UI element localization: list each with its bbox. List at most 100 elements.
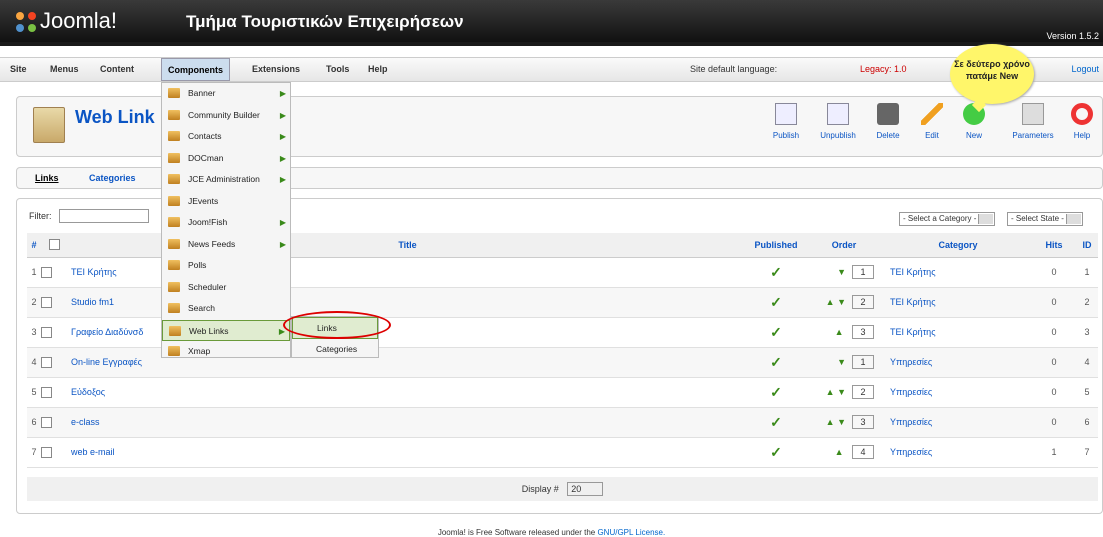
components-menu-item[interactable]: Banner ▶: [162, 83, 290, 105]
submenu-arrow-icon: ▶: [279, 110, 286, 120]
order-up-icon[interactable]: ▲: [835, 447, 844, 457]
order-input[interactable]: 2: [852, 295, 874, 309]
delete-button[interactable]: Delete: [867, 103, 909, 140]
select-all-checkbox[interactable]: [48, 239, 60, 251]
row-checkbox[interactable]: [41, 326, 52, 338]
unpublish-button[interactable]: Unpublish: [817, 103, 859, 140]
col-category[interactable]: Category: [884, 233, 1032, 258]
order-input[interactable]: 1: [852, 355, 874, 369]
col-order[interactable]: Order: [804, 233, 884, 258]
published-check-icon[interactable]: ✓: [748, 377, 804, 408]
order-down-icon[interactable]: ▼: [837, 357, 846, 367]
order-down-icon[interactable]: ▼: [837, 417, 846, 427]
order-input[interactable]: 4: [852, 445, 874, 459]
components-menu-item[interactable]: Search: [162, 298, 290, 320]
components-menu-item[interactable]: News Feeds ▶: [162, 234, 290, 256]
subnav-categories[interactable]: Categories: [89, 173, 136, 183]
order-up-icon[interactable]: ▲: [826, 417, 835, 427]
menu-extensions[interactable]: Extensions: [246, 58, 306, 81]
filter-input[interactable]: [59, 209, 149, 223]
page-footer: Joomla! is Free Software released under …: [437, 528, 666, 537]
category-select[interactable]: - Select a Category -: [899, 212, 996, 226]
order-up-icon[interactable]: ▲: [826, 297, 835, 307]
menu-help[interactable]: Help: [362, 58, 394, 81]
order-up-icon[interactable]: ▲: [835, 327, 844, 337]
gpl-link[interactable]: GNU/GPL License.: [597, 528, 665, 537]
hits-value: 0: [1032, 377, 1076, 408]
components-menu-item[interactable]: Joom!Fish ▶: [162, 212, 290, 234]
component-icon: [168, 174, 180, 184]
order-input[interactable]: 2: [852, 385, 874, 399]
parameters-button[interactable]: Parameters: [1005, 103, 1061, 140]
row-checkbox[interactable]: [41, 386, 52, 398]
subnav-links[interactable]: Links: [35, 173, 59, 183]
help-button[interactable]: Help: [1063, 103, 1101, 140]
category-link[interactable]: Υπηρεσίες: [884, 407, 1032, 438]
component-icon: [168, 195, 180, 206]
components-menu-item[interactable]: JCE Administration ▶: [162, 169, 290, 191]
category-link[interactable]: Υπηρεσίες: [884, 437, 1032, 468]
callout-text: Σε δεύτερο χρόνο πατάμε New: [954, 59, 1030, 81]
components-menu-item[interactable]: Polls: [162, 255, 290, 277]
row-checkbox[interactable]: [41, 356, 52, 368]
display-select[interactable]: 20: [567, 482, 604, 496]
order-input[interactable]: 1: [852, 265, 874, 279]
logout-link[interactable]: Logout: [1071, 64, 1099, 74]
menu-menus[interactable]: Menus: [44, 58, 85, 81]
row-checkbox[interactable]: [41, 416, 52, 428]
published-check-icon[interactable]: ✓: [748, 437, 804, 468]
link-title[interactable]: e-class: [67, 407, 748, 438]
menu-content[interactable]: Content: [94, 58, 140, 81]
row-checkbox[interactable]: [41, 446, 52, 458]
col-hits[interactable]: Hits: [1032, 233, 1076, 258]
order-cell: ▲ ▼ 2: [804, 377, 884, 408]
menu-site[interactable]: Site: [4, 58, 33, 81]
lifebuoy-icon: [1071, 103, 1093, 125]
filter-bar: Filter:: [29, 209, 149, 223]
components-menu-item[interactable]: Community Builder ▶: [162, 105, 290, 127]
components-menu-item[interactable]: Contacts ▶: [162, 126, 290, 148]
edit-button[interactable]: Edit: [911, 103, 953, 140]
order-down-icon[interactable]: ▼: [837, 387, 846, 397]
link-title[interactable]: web e-mail: [67, 437, 748, 468]
order-cell: ▲ ▼ 3: [804, 407, 884, 438]
components-menu-item[interactable]: Xmap: [162, 341, 290, 363]
components-menu-item[interactable]: Web Links ▶: [162, 319, 290, 341]
components-menu-item[interactable]: JEvents: [162, 191, 290, 213]
published-check-icon[interactable]: ✓: [748, 317, 804, 348]
site-title: Τμήμα Τουριστικών Επιχειρήσεων: [186, 12, 464, 31]
link-title[interactable]: Εύδοξος: [67, 377, 748, 408]
new-button[interactable]: New: [953, 103, 995, 140]
callout-bubble: Σε δεύτερο χρόνο πατάμε New: [950, 44, 1034, 113]
submenu-item-categories[interactable]: Categories: [292, 339, 378, 361]
published-check-icon[interactable]: ✓: [748, 257, 804, 288]
published-check-icon[interactable]: ✓: [748, 407, 804, 438]
category-link[interactable]: Υπηρεσίες: [884, 377, 1032, 408]
col-published[interactable]: Published: [748, 233, 804, 258]
order-down-icon[interactable]: ▼: [837, 297, 846, 307]
id-value: 3: [1076, 317, 1098, 348]
category-link[interactable]: Υπηρεσίες: [884, 347, 1032, 378]
published-check-icon[interactable]: ✓: [748, 287, 804, 318]
order-down-icon[interactable]: ▼: [837, 267, 846, 277]
category-link[interactable]: TEI Κρήτης: [884, 287, 1032, 318]
order-up-icon[interactable]: ▲: [826, 387, 835, 397]
published-check-icon[interactable]: ✓: [748, 347, 804, 378]
state-select[interactable]: - Select State -: [1007, 212, 1083, 226]
publish-button[interactable]: Publish: [765, 103, 807, 140]
row-number: 5: [27, 377, 41, 408]
trash-icon: [877, 103, 899, 125]
category-link[interactable]: TEI Κρήτης: [884, 317, 1032, 348]
order-input[interactable]: 3: [852, 325, 874, 339]
row-checkbox[interactable]: [41, 296, 52, 308]
category-link[interactable]: TEI Κρήτης: [884, 257, 1032, 288]
menu-components[interactable]: Components: [161, 58, 230, 81]
row-checkbox[interactable]: [41, 266, 52, 278]
col-id[interactable]: ID: [1076, 233, 1098, 258]
components-menu-item[interactable]: Scheduler: [162, 277, 290, 299]
hits-value: 1: [1032, 437, 1076, 468]
menu-tools[interactable]: Tools: [320, 58, 355, 81]
order-input[interactable]: 3: [852, 415, 874, 429]
legacy-label: Legacy: 1.0: [860, 64, 907, 74]
components-menu-item[interactable]: DOCman ▶: [162, 148, 290, 170]
